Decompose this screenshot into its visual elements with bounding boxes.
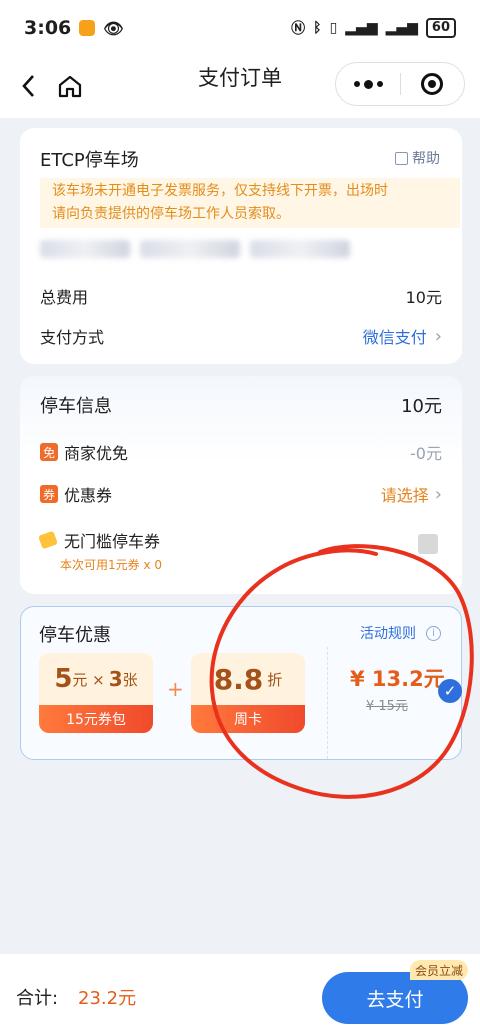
chevron-right-icon: › — [434, 325, 442, 347]
help-link[interactable]: 帮助 — [395, 148, 440, 168]
member-discount-badge: 会员立减 — [410, 960, 469, 980]
merchant-tag-icon: 免 — [40, 443, 58, 461]
threshold-coupon-label: 无门槛停车券 — [64, 532, 161, 551]
pay-method-label: 支付方式 — [40, 328, 105, 347]
merchant-value: -0元 — [410, 444, 442, 463]
status-right: Ⓝ ᛒ ▯ ▂▄▆ ▂▄▆ 60 — [291, 18, 456, 38]
coupon-tag-icon: 券 — [40, 485, 58, 503]
help-label: 帮助 — [412, 151, 440, 167]
chevron-right-icon: › — [434, 483, 442, 505]
eye-icon: 👁 — [103, 18, 124, 38]
promo-price-area: ¥ 13.2元 ¥ 15元 ✓ — [327, 647, 463, 759]
status-left: 3:06 👁 — [24, 17, 124, 39]
miniapp-capsule — [335, 62, 465, 106]
promo-title: 停车优惠 — [39, 625, 111, 646]
invoice-notice: 该车场未开通电子发票服务，仅支持线下开票，出场时 请向负责提供的停车场工作人员索… — [40, 178, 460, 228]
status-time: 3:06 — [24, 17, 72, 39]
close-miniapp-icon[interactable] — [401, 62, 464, 106]
threshold-coupon-row: 无门槛停车券 — [38, 528, 442, 552]
bottom-bar: 合计: 23.2元 去支付 会员立减 — [0, 954, 480, 1036]
pack1-number: 5 — [54, 664, 73, 694]
redacted-block — [250, 240, 350, 258]
total-value: 23.2元 — [78, 988, 137, 1009]
coupon-pack-detail: 5 元 × 3 张 — [39, 653, 153, 705]
signal-icon: ▂▄▆ — [345, 20, 378, 36]
parking-info-card: 停车信息 10元 免 商家优免 -0元 券 优惠券 请选择 › 无门槛停车券 本… — [20, 376, 462, 594]
check-icon[interactable]: ✓ — [438, 679, 462, 703]
info-icon: i — [426, 625, 441, 641]
total-fee-row: 总费用 10元 — [40, 284, 442, 308]
notice-line-2: 请向负责提供的停车场工作人员索取。 — [52, 206, 290, 222]
pay-method-value: 微信支付 — [362, 328, 427, 347]
week-card-pack: 8.8 折 周卡 — [191, 653, 305, 733]
coupon-select[interactable]: 请选择 › — [381, 482, 442, 506]
app-notification-icon — [79, 20, 96, 36]
notice-line-1: 该车场未开通电子发票服务，仅支持线下开票，出场时 — [52, 183, 388, 199]
pack1-unit: 元 × — [72, 670, 105, 689]
week-card-detail: 8.8 折 — [191, 653, 305, 705]
rules-label: 活动规则 — [360, 626, 416, 642]
parking-info-header: 停车信息 10元 — [40, 392, 442, 418]
plus-sign: + — [167, 677, 184, 701]
promo-original-price: ¥ 15元 — [366, 699, 408, 714]
total-fee-label: 总费用 — [40, 288, 89, 307]
order-card: ETCP停车场 帮助 该车场未开通电子发票服务，仅支持线下开票，出场时 请向负责… — [20, 128, 462, 364]
pay-method-row[interactable]: 支付方式 微信支付 › — [40, 324, 442, 348]
redacted-block — [40, 240, 130, 258]
status-bar: 3:06 👁 Ⓝ ᛒ ▯ ▂▄▆ ▂▄▆ 60 — [0, 0, 480, 56]
pack2-unit: 折 — [267, 670, 283, 689]
parking-info-title: 停车信息 — [40, 396, 112, 417]
coupon-pack: 5 元 × 3 张 15元券包 — [39, 653, 153, 733]
battery-icon: 60 — [425, 18, 456, 38]
rules-link[interactable]: 活动规则 i — [360, 623, 441, 643]
parking-info-amount: 10元 — [401, 396, 442, 417]
total-fee-value: 10元 — [405, 288, 442, 307]
pack2-number: 8.8 — [213, 662, 264, 696]
ticket-icon — [38, 530, 58, 550]
merchant-discount-row: 免 商家优免 -0元 — [40, 440, 442, 464]
coupon-label: 优惠券 — [64, 486, 113, 505]
pack1-name: 15元券包 — [39, 705, 153, 733]
more-icon[interactable] — [336, 62, 400, 106]
pack1-unit2: 张 — [122, 670, 138, 689]
promo-price: ¥ 13.2元 — [350, 667, 445, 691]
help-book-icon — [395, 151, 408, 165]
promo-card[interactable]: 停车优惠 活动规则 i 5 元 × 3 张 15元券包 + 8.8 折 周卡 ¥… — [20, 606, 462, 760]
signal2-icon: ▂▄▆ — [385, 20, 418, 36]
pay-method-select[interactable]: 微信支付 › — [363, 324, 442, 348]
parking-lot-name: ETCP停车场 — [40, 150, 139, 171]
coupon-row[interactable]: 券 优惠券 请选择 › — [40, 482, 442, 506]
threshold-coupon-note: 本次可用1元券 x 0 — [60, 558, 163, 572]
redacted-info — [40, 240, 440, 264]
total-label: 合计: — [16, 988, 59, 1009]
redacted-block — [140, 240, 240, 258]
nav-bar: 支付订单 — [0, 56, 480, 118]
vibrate-icon: ▯ — [329, 20, 338, 36]
threshold-coupon-checkbox[interactable] — [418, 534, 438, 554]
pack2-name: 周卡 — [191, 705, 305, 733]
pack1-count: 3 — [108, 667, 123, 691]
merchant-label: 商家优免 — [64, 444, 129, 463]
coupon-value: 请选择 — [380, 486, 429, 505]
bluetooth-icon: ᛒ — [313, 20, 322, 36]
nfc-icon: Ⓝ — [291, 21, 306, 37]
